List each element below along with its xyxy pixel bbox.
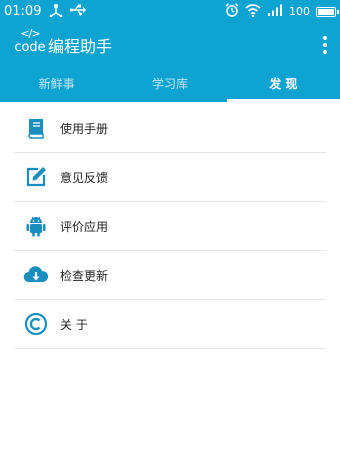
wifi-icon [245, 3, 261, 20]
status-left: 01:09 [4, 3, 93, 20]
battery-level: 100 [289, 5, 310, 18]
menu-label-feedback: 意见反馈 [60, 170, 109, 185]
menu-item-about[interactable]: 关 于 [14, 300, 326, 349]
tab-library[interactable]: 学习库 [113, 68, 226, 102]
tab-bar: 新鲜事 学习库 发 现 [0, 68, 340, 102]
menu-item-update[interactable]: 检查更新 [14, 251, 326, 300]
app-bar: </> code 编程助手 [0, 22, 340, 68]
status-right: 100 [225, 3, 339, 20]
status-bar: 01:09 100 [0, 0, 340, 22]
logo-text: code [14, 40, 46, 55]
menu-label-rate: 评价应用 [60, 219, 109, 234]
cloud-download-icon [22, 261, 50, 289]
app-title: 编程助手 [48, 37, 113, 56]
alarm-icon [225, 3, 239, 20]
logo-tag: </> [20, 27, 40, 40]
tab-news[interactable]: 新鲜事 [0, 68, 113, 102]
discover-menu: 使用手册 意见反馈 评价应用 检查更新 关 于 [0, 104, 340, 349]
battery-icon [316, 6, 339, 17]
signal-icon [267, 4, 283, 19]
android-icon [22, 212, 50, 240]
usb-debug-icon [70, 4, 87, 19]
app-logo: </> code [14, 28, 46, 54]
menu-label-manual: 使用手册 [60, 121, 109, 136]
menu-label-about: 关 于 [60, 317, 88, 332]
usb-icon [49, 3, 63, 20]
overflow-menu-icon[interactable] [322, 36, 328, 54]
copyright-icon [22, 310, 50, 338]
book-icon [22, 114, 50, 142]
menu-item-rate[interactable]: 评价应用 [14, 202, 326, 251]
tab-discover[interactable]: 发 现 [226, 68, 340, 102]
edit-icon [22, 163, 50, 191]
status-time: 01:09 [4, 4, 42, 19]
menu-item-feedback[interactable]: 意见反馈 [14, 153, 326, 202]
menu-label-update: 检查更新 [60, 268, 109, 283]
menu-item-manual[interactable]: 使用手册 [14, 104, 326, 153]
